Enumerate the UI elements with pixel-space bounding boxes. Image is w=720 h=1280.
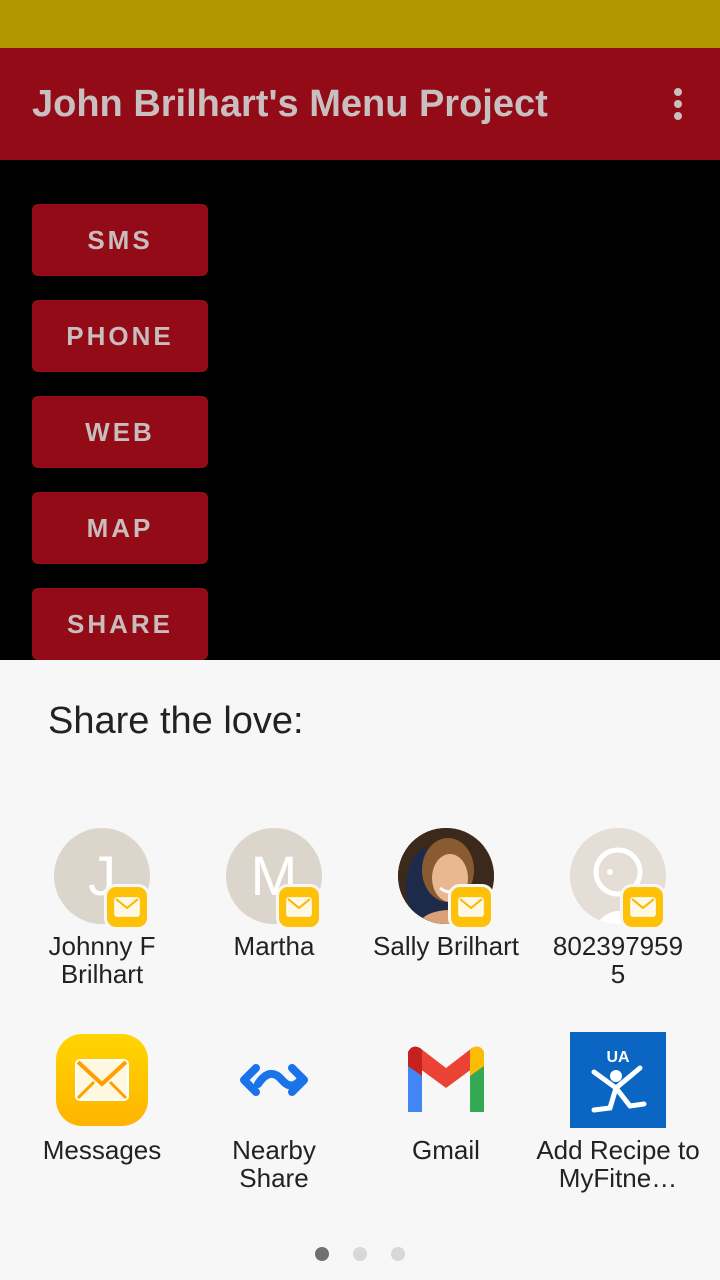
messages-badge-icon — [276, 884, 322, 930]
app-bar: John Brilhart's Menu Project — [0, 48, 720, 160]
page-indicator-dot-active — [315, 1247, 329, 1261]
phone-button[interactable]: PHONE — [32, 300, 208, 372]
share-app-label: Nearby Share — [232, 1135, 316, 1193]
share-app-messages[interactable]: Messages — [16, 1032, 188, 1164]
page-indicator-dot — [391, 1247, 405, 1261]
sms-button[interactable]: SMS — [32, 204, 208, 276]
page-indicator — [0, 1247, 720, 1261]
gmail-icon — [398, 1032, 494, 1128]
share-target-label: Sally Brilhart — [373, 931, 519, 961]
share-sheet-title: Share the love: — [48, 700, 304, 742]
messages-badge-icon — [104, 884, 150, 930]
page-indicator-dot — [353, 1247, 367, 1261]
myfitnesspal-icon: UA — [570, 1032, 666, 1128]
messages-badge-icon — [448, 884, 494, 930]
messages-badge-icon — [620, 884, 666, 930]
share-target-johnny[interactable]: J Johnny F Brilhart — [16, 828, 188, 988]
share-app-label: Add Recipe to MyFitne… — [536, 1135, 700, 1193]
share-app-nearby-share[interactable]: Nearby Share — [188, 1032, 360, 1192]
share-app-gmail[interactable]: Gmail — [360, 1032, 532, 1164]
nearby-share-icon — [226, 1032, 322, 1128]
web-button[interactable]: WEB — [32, 396, 208, 468]
app-title: John Brilhart's Menu Project — [32, 83, 548, 125]
share-app-label: Messages — [42, 1135, 162, 1165]
share-target-sally[interactable]: Sally Brilhart — [360, 828, 532, 960]
share-target-label: Martha — [233, 931, 315, 961]
main-content: SMS PHONE WEB MAP SHARE — [0, 160, 720, 660]
share-sheet: Share the love: J Johnny F Brilhart M Ma… — [0, 660, 720, 1280]
share-app-myfitnesspal[interactable]: UA Add Recipe to MyFitne… — [532, 1032, 704, 1192]
share-target-label: 8023979595 — [552, 931, 684, 989]
share-target-phone-number[interactable]: 8023979595 — [532, 828, 704, 988]
share-button[interactable]: SHARE — [32, 588, 208, 660]
share-target-martha[interactable]: M Martha — [188, 828, 360, 960]
share-app-label: Gmail — [412, 1135, 480, 1165]
messages-icon — [54, 1032, 150, 1128]
map-button[interactable]: MAP — [32, 492, 208, 564]
share-target-label: Johnny F Brilhart — [48, 931, 156, 989]
overflow-menu-icon[interactable] — [666, 86, 690, 122]
status-bar — [0, 0, 720, 48]
svg-text:UA: UA — [606, 1049, 630, 1066]
